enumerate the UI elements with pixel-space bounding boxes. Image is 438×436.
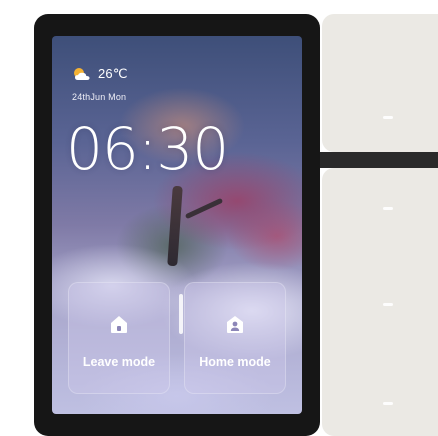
wall-switch-top[interactable] — [322, 14, 438, 152]
leave-mode-label: Leave mode — [82, 355, 156, 369]
home-mode-label: Home mode — [199, 355, 271, 369]
user-lock-icon — [227, 316, 243, 333]
weather-widget: 26℃ — [72, 66, 128, 82]
house-icon — [111, 316, 127, 333]
partly-cloudy-icon — [74, 68, 90, 80]
date-text: 24thJun Mon — [72, 92, 127, 102]
switch-divider — [320, 152, 438, 168]
temperature-text: 26℃ — [98, 66, 128, 81]
home-mode-button[interactable]: Home mode — [184, 282, 286, 394]
switch-indicator-led — [383, 303, 393, 306]
light-pillar-art — [179, 294, 183, 334]
smart-panel-scene: 26℃ 24thJun Mon 06:30 Leave mode Home mo… — [0, 0, 438, 436]
clock-time: 06:30 — [66, 115, 229, 183]
switch-indicator-led — [383, 116, 393, 119]
tree-trunk-art — [167, 185, 183, 267]
tree-branch-art — [184, 197, 224, 220]
leave-mode-button[interactable]: Leave mode — [68, 282, 170, 394]
wall-switch-bottom[interactable] — [322, 168, 438, 436]
switch-indicator-led — [383, 207, 393, 210]
switch-indicator-led — [383, 402, 393, 405]
device-screen: 26℃ 24thJun Mon 06:30 Leave mode Home mo… — [52, 36, 302, 414]
